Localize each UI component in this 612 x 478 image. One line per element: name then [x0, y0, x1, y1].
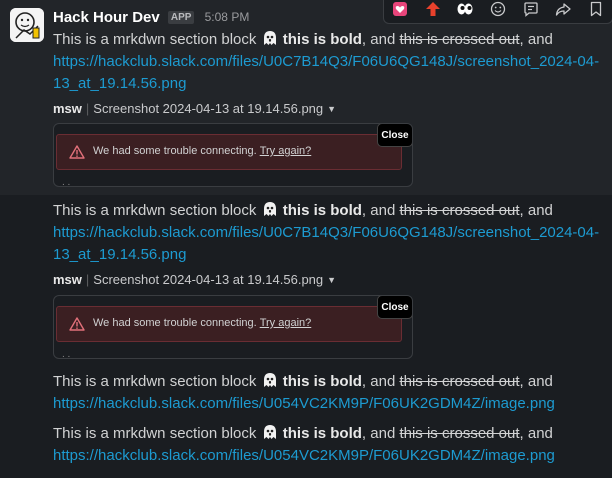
strikethrough-text: this is crossed out	[399, 425, 520, 442]
error-banner: We had some trouble connecting. Try again…	[56, 306, 402, 342]
section-text: This is a mrkdwn section block this is b…	[53, 202, 553, 219]
message-continuation[interactable]: This is a mrkdwn section block this is b…	[0, 422, 612, 478]
file-attachment-header: msw | Screenshot 2024-04-13 at 19.14.56.pn…	[53, 272, 337, 287]
ghost-emoji-icon	[263, 31, 276, 45]
bookmark-icon[interactable]	[585, 0, 607, 20]
try-again-link[interactable]: Try again?	[260, 145, 312, 157]
file-preview-card: We had some trouble connecting. Try again…	[53, 295, 413, 359]
error-message: We had some trouble connecting.	[93, 145, 257, 157]
file-preview-card: We had some trouble connecting. Try again…	[53, 123, 413, 187]
warning-icon	[69, 317, 85, 331]
preview-stub: . .	[62, 349, 71, 359]
strikethrough-text: this is crossed out	[399, 31, 520, 48]
error-banner: We had some trouble connecting. Try again…	[56, 134, 402, 170]
close-button[interactable]: Close	[377, 296, 412, 319]
file-link[interactable]: https://hackclub.slack.com/files/U054VC2…	[53, 445, 555, 467]
file-owner[interactable]: msw	[53, 272, 82, 287]
error-message: We had some trouble connecting.	[93, 317, 257, 329]
preview-stub: . .	[62, 177, 71, 187]
bold-text: this is bold	[282, 202, 362, 219]
app-badge: APP	[167, 11, 195, 24]
sketch-avatar-icon	[10, 8, 44, 42]
sender-name[interactable]: Hack Hour Dev	[53, 9, 160, 26]
message-actions-toolbar	[383, 0, 612, 24]
bold-text: this is bold	[282, 373, 362, 390]
file-link[interactable]: https://hackclub.slack.com/files/U0C7B14…	[53, 51, 599, 73]
section-text: This is a mrkdwn section block this is b…	[53, 373, 553, 390]
message-continuation[interactable]: This is a mrkdwn section block this is b…	[0, 195, 612, 370]
reply-in-thread-icon[interactable]	[520, 0, 542, 20]
warning-icon	[69, 145, 85, 159]
file-attachment-header: msw | Screenshot 2024-04-13 at 19.14.56.pn…	[53, 101, 337, 116]
file-name[interactable]: Screenshot 2024-04-13 at 19.14.56.png	[93, 101, 323, 116]
caret-down-icon[interactable]: ▼	[327, 275, 336, 285]
strikethrough-text: this is crossed out	[399, 373, 520, 390]
section-text: This is a mrkdwn section block this is b…	[53, 425, 553, 442]
message-continuation[interactable]: This is a mrkdwn section block this is b…	[0, 370, 612, 422]
file-name[interactable]: Screenshot 2024-04-13 at 19.14.56.png	[93, 272, 323, 287]
file-link-continued[interactable]: 13_at_19.14.56.png	[53, 244, 186, 266]
caret-down-icon[interactable]: ▼	[327, 104, 336, 114]
ghost-emoji-icon	[263, 202, 276, 216]
try-again-link[interactable]: Try again?	[260, 317, 312, 329]
add-reaction-icon[interactable]	[487, 0, 509, 20]
share-icon[interactable]	[552, 0, 574, 20]
bold-text: this is bold	[282, 31, 362, 48]
file-link-continued[interactable]: 13_at_19.14.56.png	[53, 73, 186, 95]
ghost-emoji-icon	[263, 425, 276, 439]
message-header: Hack Hour Dev APP 5:08 PM	[53, 9, 249, 27]
avatar[interactable]	[10, 8, 44, 42]
arrow-up-reaction-icon[interactable]	[422, 0, 444, 20]
file-owner[interactable]: msw	[53, 101, 82, 116]
close-button[interactable]: Close	[377, 124, 412, 147]
heart-reaction-icon[interactable]	[389, 0, 411, 20]
timestamp[interactable]: 5:08 PM	[205, 10, 250, 24]
ghost-emoji-icon	[263, 373, 276, 387]
bold-text: this is bold	[282, 425, 362, 442]
strikethrough-text: this is crossed out	[399, 202, 520, 219]
eyes-reaction-icon[interactable]	[454, 0, 476, 20]
section-text: This is a mrkdwn section block this is b…	[53, 31, 553, 48]
file-link[interactable]: https://hackclub.slack.com/files/U054VC2…	[53, 393, 555, 415]
file-link[interactable]: https://hackclub.slack.com/files/U0C7B14…	[53, 222, 599, 244]
message-group[interactable]: Hack Hour Dev APP 5:08 PM This is a mrkd…	[0, 0, 612, 195]
